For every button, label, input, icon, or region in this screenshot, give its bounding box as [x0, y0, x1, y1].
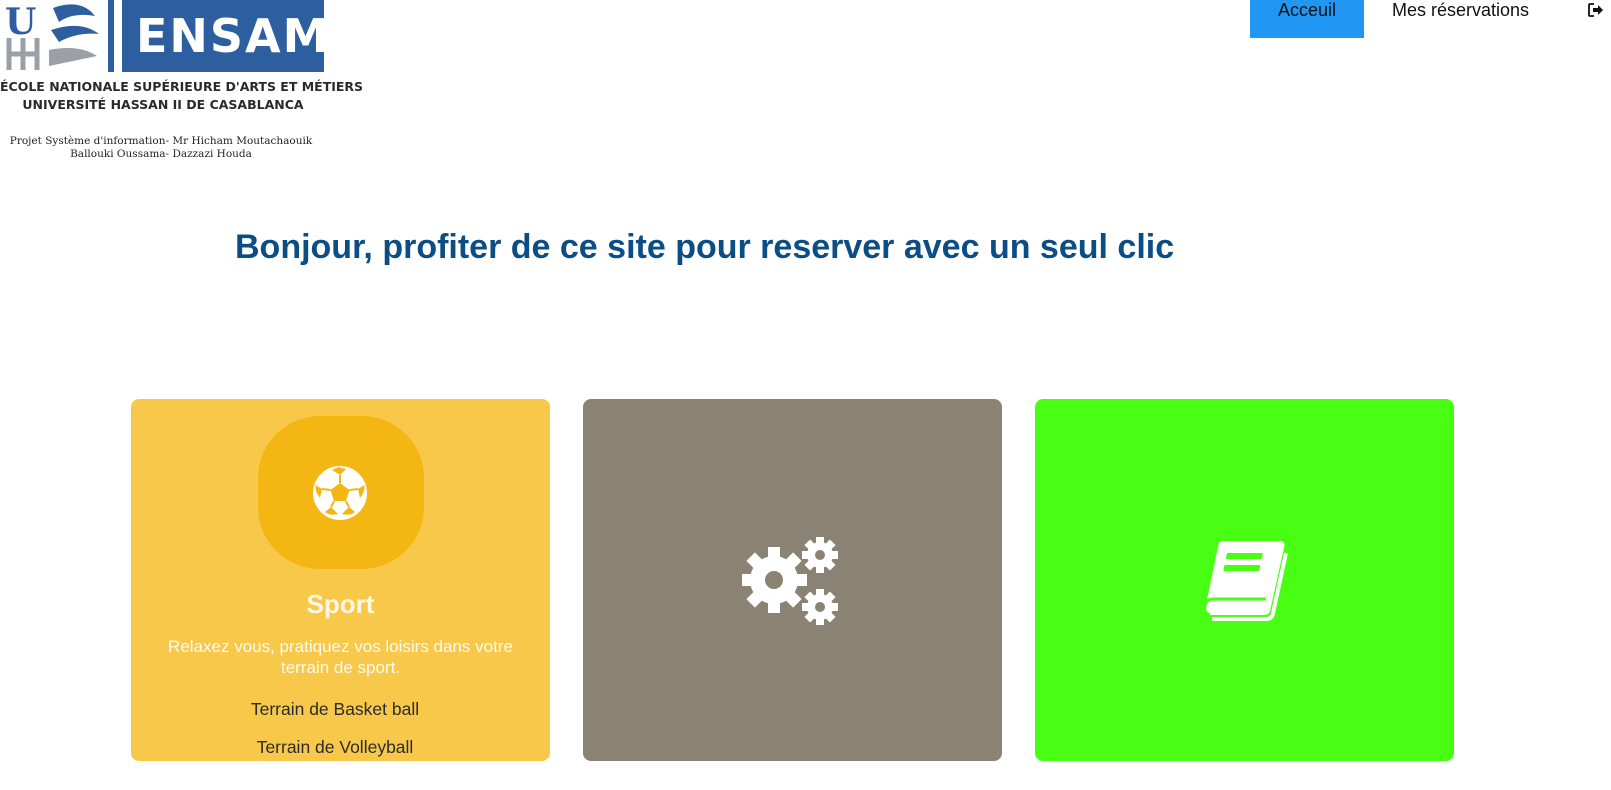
- uh2-monogram-icon: U: [5, 1, 99, 70]
- card-book[interactable]: [1035, 399, 1454, 761]
- card-description: Relaxez vous, pratiquez vos loisirs dans…: [168, 637, 513, 677]
- card-gears[interactable]: [583, 399, 1002, 761]
- card-title: Sport: [306, 589, 375, 619]
- ensam-wordmark: ENSAM: [108, 0, 328, 72]
- welcome-heading: Bonjour, profiter de ce site pour reserv…: [235, 228, 1175, 266]
- soccer-ball-icon: [313, 466, 367, 520]
- sport-icon-tile: [258, 416, 424, 569]
- svg-text:U: U: [5, 1, 36, 43]
- book-icon: [1203, 541, 1288, 621]
- gears-icon: [742, 537, 838, 625]
- link-terrain-volley[interactable]: Terrain de Volleyball: [131, 737, 539, 758]
- project-credit-line1: Projet Système d'information- Mr Hicham …: [9, 135, 313, 147]
- ensam-name: ENSAM: [136, 9, 331, 63]
- link-terrain-basket[interactable]: Terrain de Basket ball: [131, 699, 539, 720]
- school-name-line1: ÉCOLE NATIONALE SUPÉRIEURE D'ARTS ET MÉT…: [0, 79, 364, 94]
- nav-item-mes-reservations[interactable]: Mes réservations: [1378, 0, 1543, 38]
- nav-item-accueil[interactable]: Acceuil: [1250, 0, 1364, 38]
- sign-out-icon: [1588, 3, 1603, 17]
- logout-button[interactable]: [1580, 0, 1611, 38]
- card-sport[interactable]: Sport Relaxez vous, pratiquez vos loisir…: [131, 399, 550, 761]
- ensam-logo: U ENSAM ÉCOLE NATIONALE SUPÉRIEURE D'ART…: [0, 0, 364, 170]
- project-credit-line2: Ballouki Oussama- Dazzazi Houda: [70, 148, 252, 160]
- school-name-line2: UNIVERSITÉ HASSAN II DE CASABLANCA: [22, 97, 304, 112]
